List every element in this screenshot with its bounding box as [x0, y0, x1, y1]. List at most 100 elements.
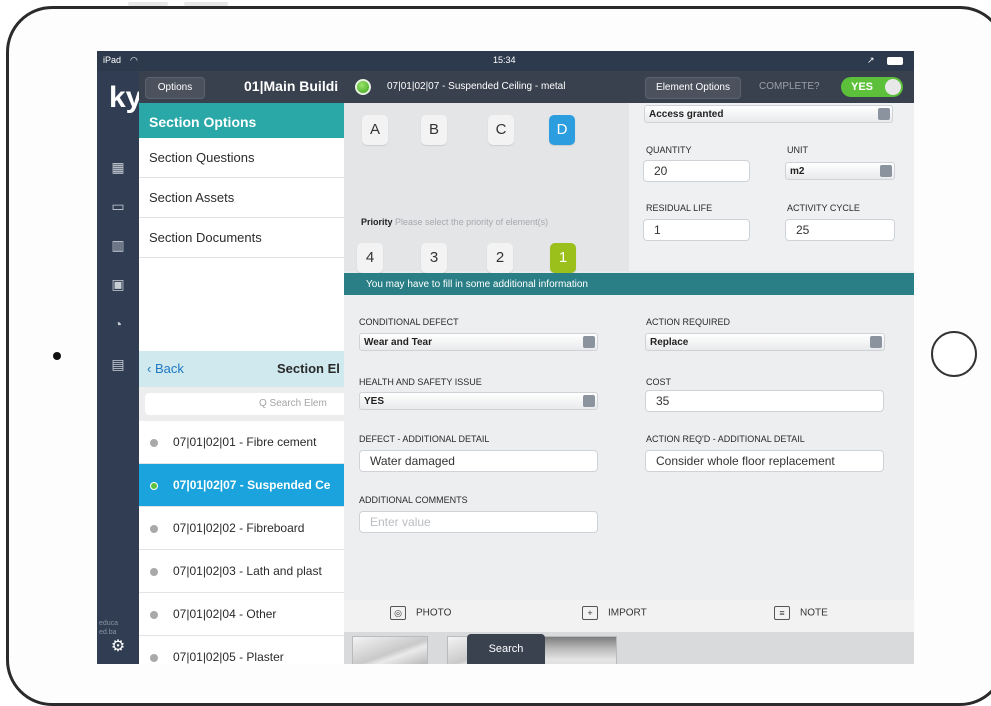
section-documents-item[interactable]: Section Documents: [139, 218, 344, 258]
banner-pointer: [594, 273, 614, 283]
elements-nav-bar: ‹ Back Section El: [139, 351, 344, 387]
photo-strip: [344, 632, 914, 664]
search-elements-input[interactable]: Q Search Elem: [145, 393, 344, 415]
grade-b-button[interactable]: B: [421, 115, 447, 145]
presentation-icon[interactable]: ▣: [108, 274, 128, 294]
home-button[interactable]: [931, 331, 977, 377]
activity-cycle-field[interactable]: 25: [785, 219, 895, 241]
health-safety-label: HEALTH AND SAFETY ISSUE: [359, 377, 482, 387]
cost-field[interactable]: 35: [645, 390, 884, 412]
element-list-label: 07|01|02|03 - Lath and plast: [173, 564, 322, 578]
note-button[interactable]: ≡ NOTE: [774, 606, 828, 620]
photo-label: PHOTO: [416, 607, 452, 619]
element-list-item[interactable]: 07|01|02|07 - Suspended Ce: [139, 464, 344, 507]
dropdown-caret-icon: [583, 336, 595, 348]
back-button[interactable]: ‹ Back: [147, 361, 184, 376]
chevron-left-icon: ‹: [147, 361, 155, 376]
status-dot-icon: [150, 482, 158, 490]
element-list-item[interactable]: 07|01|02|02 - Fibreboard: [139, 507, 344, 550]
note-label: NOTE: [800, 607, 828, 619]
element-list-item[interactable]: 07|01|02|03 - Lath and plast: [139, 550, 344, 593]
section-assets-item[interactable]: Section Assets: [139, 178, 344, 218]
battery-icon: [887, 57, 903, 65]
user-info-line2: ed.ba: [99, 629, 117, 636]
quantity-panel: Access granted QUANTITY 20 UNIT m2 RESID…: [629, 103, 914, 271]
priority-hint: Please select the priority of element(s): [395, 217, 549, 227]
complete-value: YES: [851, 81, 874, 93]
settings-gear-icon[interactable]: ⚙: [108, 637, 128, 657]
cost-label: COST: [646, 377, 672, 387]
briefcase-icon[interactable]: ▭: [108, 196, 128, 216]
unit-label: UNIT: [787, 145, 808, 155]
element-list-label: 07|01|02|05 - Plaster: [173, 650, 284, 664]
status-dot-icon: [355, 79, 371, 95]
element-list-label: 07|01|02|07 - Suspended Ce: [173, 478, 331, 492]
element-list-label: 07|01|02|01 - Fibre cement: [173, 435, 317, 449]
status-dot-icon: [150, 654, 158, 662]
grade-d-button[interactable]: D: [549, 115, 575, 145]
access-select[interactable]: Access granted: [644, 105, 893, 123]
defect-detail-field[interactable]: Water damaged: [359, 450, 598, 472]
attachment-toolbar: ◎ PHOTO + IMPORT ≡ NOTE: [344, 600, 914, 632]
conditional-defect-select[interactable]: Wear and Tear: [359, 333, 598, 351]
section-questions-item[interactable]: Section Questions: [139, 138, 344, 178]
priority-label: Priority Please select the priority of e…: [361, 217, 548, 227]
options-button[interactable]: Options: [145, 77, 205, 99]
action-required-value: Replace: [650, 337, 689, 348]
status-dot-icon: [150, 611, 158, 619]
health-safety-select[interactable]: YES: [359, 392, 598, 410]
photo-thumbnail[interactable]: [352, 636, 428, 664]
search-button[interactable]: Search: [467, 634, 545, 664]
element-list-item[interactable]: 07|01|02|01 - Fibre cement: [139, 421, 344, 464]
search-bar: Q Search Elem: [139, 387, 344, 421]
element-list-item[interactable]: 07|01|02|04 - Other: [139, 593, 344, 636]
status-bar: iPad ◠ 15:34 ↗: [97, 51, 914, 71]
priority-title: Priority: [361, 217, 393, 227]
conditional-defect-value: Wear and Tear: [364, 337, 432, 348]
status-dot-icon: [150, 568, 158, 576]
quantity-field[interactable]: 20: [643, 160, 750, 182]
camera-icon: [53, 352, 61, 360]
quantity-label: QUANTITY: [646, 145, 692, 155]
building-title: 01|Main Buildi: [244, 78, 339, 94]
building-icon[interactable]: ▥: [108, 235, 128, 255]
wifi-icon: ◠: [130, 55, 138, 65]
map-icon[interactable]: ▦: [108, 157, 128, 177]
device-label: iPad: [103, 55, 122, 65]
unit-select[interactable]: m2: [785, 162, 895, 180]
action-detail-label: ACTION REQ'D - ADDITIONAL DETAIL: [646, 434, 805, 444]
priority-1-button[interactable]: 1: [550, 243, 576, 273]
priority-4-button[interactable]: 4: [357, 243, 383, 273]
section-panel: Section Options Section Questions Sectio…: [139, 103, 344, 664]
priority-2-button[interactable]: 2: [487, 243, 513, 273]
action-required-select[interactable]: Replace: [645, 333, 885, 351]
volume-button: [128, 2, 168, 6]
action-detail-field[interactable]: Consider whole floor replacement: [645, 450, 884, 472]
back-label: Back: [154, 361, 184, 376]
condition-grade-panel: A B C D Priority Please select the prior…: [344, 103, 629, 273]
user-info-line1: educa: [99, 620, 119, 627]
clipboard-icon[interactable]: ▤: [108, 354, 128, 374]
element-list-item[interactable]: 07|01|02|05 - Plaster: [139, 636, 344, 664]
power-button: [184, 2, 228, 6]
status-dot-icon: [150, 525, 158, 533]
grade-a-button[interactable]: A: [362, 115, 388, 145]
complete-label: COMPLETE?: [759, 81, 820, 92]
import-button[interactable]: + IMPORT: [582, 606, 647, 620]
import-icon: +: [582, 606, 598, 620]
complete-toggle[interactable]: YES: [841, 77, 903, 97]
section-options-header: Section Options: [139, 103, 344, 138]
priority-3-button[interactable]: 3: [421, 243, 447, 273]
element-options-button[interactable]: Element Options: [645, 77, 741, 99]
photo-thumbnail[interactable]: [541, 636, 617, 664]
defect-detail-label: DEFECT - ADDITIONAL DETAIL: [359, 434, 490, 444]
pie-chart-icon[interactable]: ◔: [108, 314, 128, 334]
top-bar: Options 01|Main Buildi 07|01|02|07 - Sus…: [139, 71, 914, 103]
dropdown-caret-icon: [878, 108, 890, 120]
element-list-label: 07|01|02|02 - Fibreboard: [173, 521, 305, 535]
photo-button[interactable]: ◎ PHOTO: [390, 606, 451, 620]
residual-life-field[interactable]: 1: [643, 219, 750, 241]
grade-c-button[interactable]: C: [488, 115, 514, 145]
note-icon: ≡: [774, 606, 790, 620]
comments-field[interactable]: Enter value: [359, 511, 598, 533]
